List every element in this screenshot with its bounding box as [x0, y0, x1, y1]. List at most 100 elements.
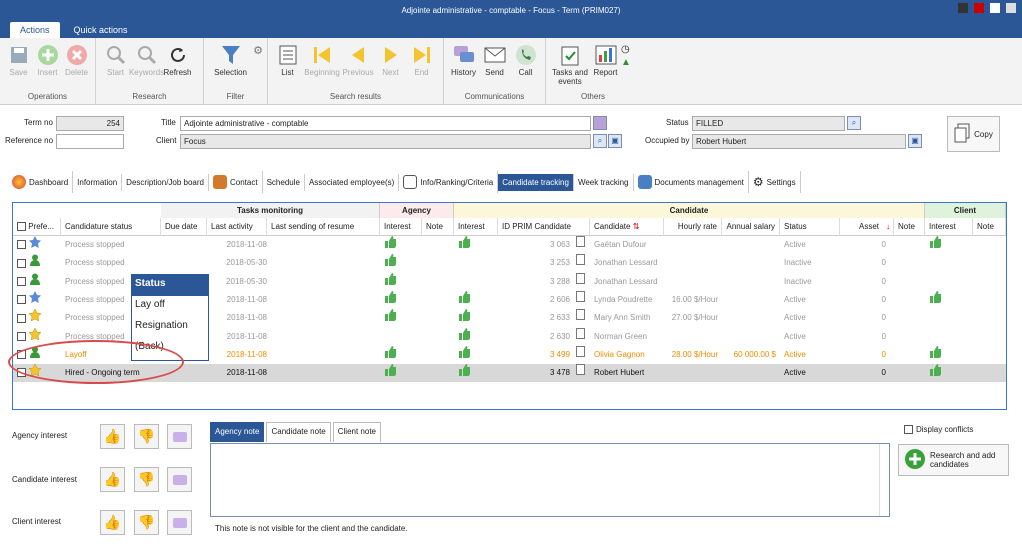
tab-quick-actions[interactable]: Quick actions [64, 22, 138, 38]
calculator-icon[interactable] [958, 3, 968, 13]
tab-contact[interactable]: Contact [209, 171, 263, 193]
candidate-thumbs-up-button[interactable]: 👍 [100, 467, 125, 492]
col-client-note[interactable]: Note [973, 218, 1006, 236]
note-textarea[interactable] [210, 443, 890, 517]
selection-button[interactable]: Selection [208, 44, 253, 77]
tab-documents[interactable]: Documents management [634, 171, 749, 193]
tab-agency-note[interactable]: Agency note [210, 422, 265, 442]
tab-description[interactable]: Description/Job board [122, 173, 209, 191]
table-row[interactable]: Process stopped 2018-05-30 3 253 Jonathan L… [13, 254, 1006, 272]
table-row[interactable]: Hired - Ongoing term 2018-11-08 3 478 Rober… [13, 364, 1006, 383]
col-preference[interactable]: Prefe... [13, 218, 61, 236]
col-candidature-status[interactable]: Candidature status [61, 218, 161, 236]
candidate-thumbs-down-button[interactable]: 👎 [134, 467, 159, 492]
tab-actions[interactable]: Actions [10, 22, 60, 38]
tab-information[interactable]: Information [73, 173, 123, 191]
power-icon[interactable] [1006, 3, 1016, 13]
candidate-note-button[interactable] [167, 467, 192, 492]
col-candidate[interactable]: Candidate ⇅ [590, 218, 664, 236]
term-no-field[interactable]: 254 [56, 116, 124, 131]
col-last-activity[interactable]: Last activity [207, 218, 267, 236]
col-due-date[interactable]: Due date [161, 218, 207, 236]
research-add-candidates-button[interactable]: Research and add candidates [898, 444, 1009, 476]
history-button[interactable]: History [448, 44, 479, 77]
client-field[interactable]: Focus [180, 134, 591, 149]
tab-schedule[interactable]: Schedule [263, 173, 305, 191]
col-candidate-note[interactable]: Note [894, 218, 925, 236]
lock-icon[interactable] [990, 3, 1000, 13]
tab-week-tracking[interactable]: Week tracking [574, 173, 634, 191]
agency-note-button[interactable] [167, 424, 192, 449]
note-scrollbar[interactable] [879, 444, 889, 516]
resume-icon[interactable] [576, 290, 585, 302]
status-field[interactable]: FILLED [692, 116, 845, 131]
image-icon[interactable]: ▲ [621, 57, 631, 68]
col-agency-note[interactable]: Note [422, 218, 454, 236]
occupied-by-field[interactable]: Robert Hubert [692, 134, 906, 149]
tab-associated-employees[interactable]: Associated employee(s) [305, 173, 400, 191]
insert-button[interactable]: Insert [33, 44, 62, 77]
previous-button[interactable]: Previous [341, 44, 375, 77]
flag-icon[interactable] [974, 3, 984, 13]
row-checkbox[interactable] [17, 331, 26, 341]
start-button[interactable]: Start [100, 44, 131, 77]
status-search-icon[interactable]: ⌕ [847, 116, 861, 130]
row-checkbox[interactable] [17, 368, 26, 378]
reference-no-field[interactable] [56, 134, 124, 149]
tab-info-ranking[interactable]: Info/Ranking/Criteria [399, 171, 499, 193]
resume-icon[interactable] [576, 236, 585, 247]
keywords-button[interactable]: Keywords [129, 44, 164, 77]
col-candidate-interest[interactable]: Interest [454, 218, 498, 236]
refresh-button[interactable]: Refresh [162, 44, 193, 77]
tab-dashboard[interactable]: Dashboard [8, 171, 74, 193]
col-annual-salary[interactable]: Annual salary [722, 218, 780, 236]
row-checkbox[interactable] [17, 350, 26, 360]
call-button[interactable]: Call [510, 44, 541, 77]
note-icon[interactable] [593, 116, 607, 130]
send-button[interactable]: Send [479, 44, 510, 77]
delete-button[interactable]: Delete [62, 44, 91, 77]
beginning-button[interactable]: Beginning [303, 44, 341, 77]
client-thumbs-up-button[interactable]: 👍 [100, 510, 125, 535]
client-search-icon[interactable]: ⌕ [593, 134, 607, 148]
title-field[interactable]: Adjointe administrative - comptable [180, 116, 591, 131]
resume-icon[interactable] [576, 364, 585, 376]
resume-icon[interactable] [576, 327, 585, 339]
resume-icon[interactable] [576, 309, 585, 321]
row-checkbox[interactable] [17, 313, 26, 323]
end-button[interactable]: End [406, 44, 437, 77]
resume-icon[interactable] [576, 254, 585, 266]
tab-candidate-tracking[interactable]: Candidate tracking [498, 173, 574, 191]
table-row[interactable]: Process stopped 2018-11-08 3 063 Gaëtan Duf… [13, 236, 1006, 254]
menu-item-resignation[interactable]: Resignation [132, 317, 208, 338]
tab-candidate-note[interactable]: Candidate note [266, 422, 331, 442]
row-checkbox[interactable] [17, 240, 26, 250]
tasks-events-button[interactable]: Tasks and events [550, 44, 590, 86]
row-checkbox[interactable] [17, 276, 26, 286]
copy-button[interactable]: Copy [947, 116, 1000, 152]
col-asset[interactable]: Asset ↓ [840, 218, 894, 236]
col-hourly-rate[interactable]: Hourly rate [664, 218, 722, 236]
col-last-sending[interactable]: Last sending of resume [267, 218, 380, 236]
select-all-checkbox[interactable] [17, 222, 26, 232]
col-client-interest[interactable]: Interest [925, 218, 973, 236]
row-checkbox[interactable] [17, 258, 26, 268]
agency-thumbs-down-button[interactable]: 👎 [134, 424, 159, 449]
clock-icon[interactable]: ◷ [621, 44, 631, 55]
display-conflicts-checkbox[interactable] [904, 425, 913, 434]
col-id-prim[interactable]: ID PRIM Candidate [498, 218, 590, 236]
tab-client-note[interactable]: Client note [332, 422, 381, 442]
col-agency-interest[interactable]: Interest [380, 218, 422, 236]
client-open-icon[interactable]: ▣ [608, 134, 622, 148]
row-checkbox[interactable] [17, 295, 26, 305]
report-button[interactable]: Report [590, 44, 621, 77]
list-button[interactable]: List [272, 44, 303, 77]
display-conflicts-toggle[interactable]: Display conflicts [904, 425, 973, 434]
col-status[interactable]: Status [780, 218, 840, 236]
menu-item-lay-off[interactable]: Lay off [132, 296, 208, 317]
menu-item-back[interactable]: (Back) [132, 338, 208, 359]
save-button[interactable]: Save [4, 44, 33, 77]
occupied-open-icon[interactable]: ▣ [908, 134, 922, 148]
tab-settings[interactable]: ⚙ Settings [749, 171, 801, 193]
agency-thumbs-up-button[interactable]: 👍 [100, 424, 125, 449]
